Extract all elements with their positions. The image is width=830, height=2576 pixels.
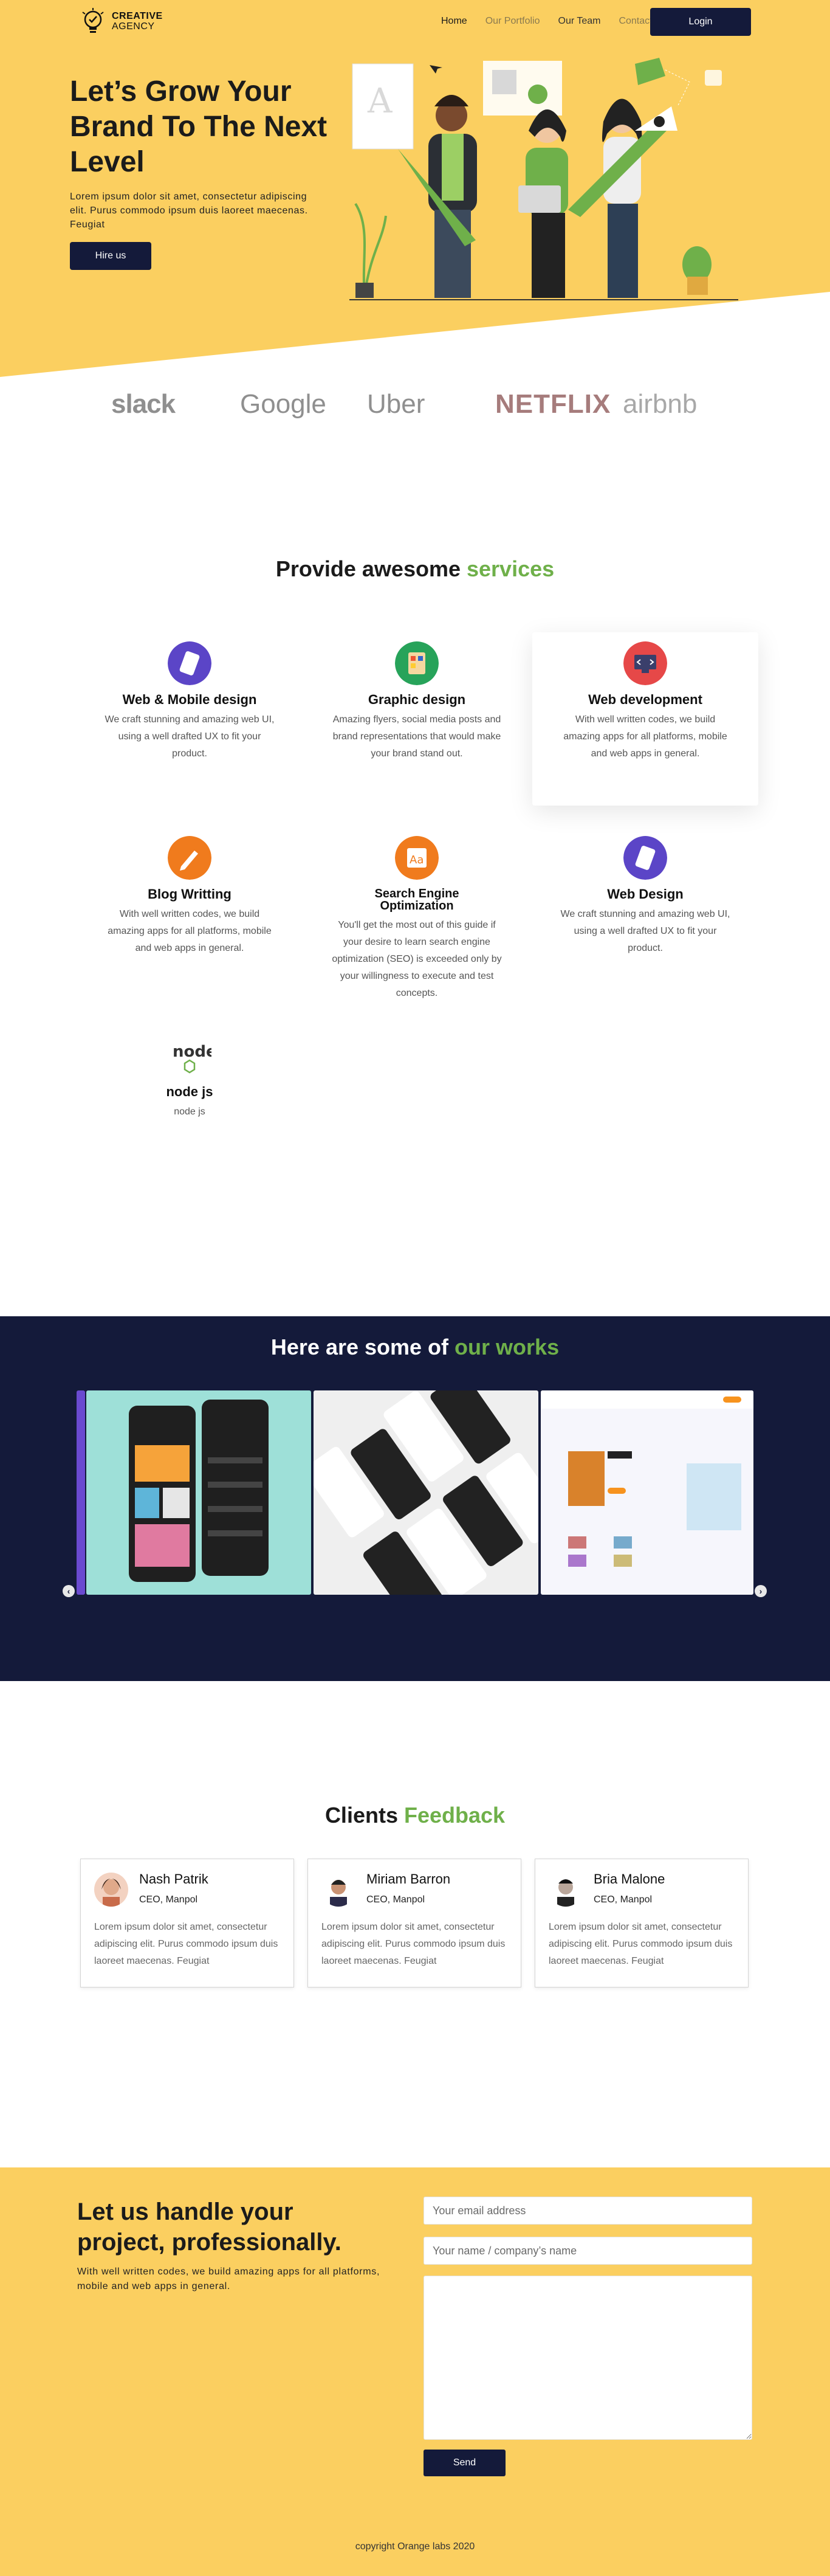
pen-writing-icon [168, 836, 211, 880]
font-aa-icon: Aa [395, 836, 439, 880]
copyright-text: copyright Orange labs 2020 [355, 2541, 475, 2552]
send-button[interactable]: Send [424, 2450, 506, 2476]
client-name: Nash Patrik [139, 1871, 208, 1887]
client-name: Bria Malone [594, 1871, 665, 1887]
service-desc: With well written codes, we build amazin… [108, 909, 272, 953]
mobile-design-icon [623, 836, 667, 880]
svg-text:node: node [173, 1043, 211, 1061]
service-desc: You'll get the most out of this guide if… [332, 920, 502, 998]
service-web-mobile-design[interactable]: Web & Mobile design We craft stunning an… [77, 641, 303, 762]
brand-google: Google [240, 389, 326, 419]
client-role: CEO, Manpol [366, 1894, 425, 1905]
service-blog-writting[interactable]: Blog Writting With well written codes, w… [77, 836, 303, 957]
svg-text:Aa: Aa [410, 854, 424, 866]
brand-netflix: NETFLIX [495, 389, 611, 419]
client-role: CEO, Manpol [139, 1894, 198, 1905]
service-name: Search Engine Optimization [374, 887, 459, 913]
contact-text: With well written codes, we build amazin… [77, 2267, 380, 2291]
team-illustration: A [349, 58, 738, 300]
logo-line-1: CREATIVE [112, 11, 163, 21]
hero-text: Lorem ipsum dolor sit amet, consectetur … [70, 192, 308, 230]
nodejs-logo-icon: node [173, 1043, 217, 1074]
feedback-card: Bria Malone CEO, Manpol Lorem ipsum dolo… [535, 1859, 749, 1987]
nav-link-home[interactable]: Home [441, 16, 467, 27]
service-graphic-design[interactable]: Graphic design Amazing flyers, social me… [304, 641, 530, 762]
client-name: Miriam Barron [366, 1871, 451, 1887]
client-role: CEO, Manpol [594, 1894, 653, 1905]
service-desc: With well written codes, we build amazin… [563, 714, 727, 759]
service-web-development[interactable]: Web development With well written codes,… [532, 632, 758, 806]
hero-section: CREATIVE AGENCY Home Our Portfolio Our T… [0, 0, 830, 413]
contact-section: Let us handle your project, professional… [0, 2167, 830, 2576]
avatar [94, 1873, 128, 1907]
service-name: Blog Writting [148, 886, 232, 902]
service-desc: node js [174, 1107, 205, 1117]
lightbulb-logo-icon [82, 8, 104, 33]
carousel-next-button[interactable]: › [755, 1585, 767, 1597]
nav-links: Home Our Portfolio Our Team Contact [441, 16, 653, 27]
photography-app-mockup [129, 1400, 269, 1582]
service-node-js[interactable]: node node js node js [77, 1034, 303, 1121]
service-name: Web development [588, 692, 702, 707]
avatar [321, 1873, 355, 1907]
brand-airbnb: airbnb [623, 389, 698, 419]
nav-link-contact[interactable]: Contact [619, 16, 652, 27]
music-app-mockup [314, 1390, 538, 1595]
message-textarea[interactable] [424, 2276, 752, 2440]
service-desc: We craft stunning and amazing web UI, us… [560, 909, 730, 953]
service-desc: We craft stunning and amazing web UI, us… [105, 714, 275, 759]
work-slide-partial[interactable] [77, 1390, 85, 1595]
client-quote: Lorem ipsum dolor sit amet, consectetur … [549, 1922, 733, 1966]
travel-app-mockup [541, 1390, 753, 1567]
email-field[interactable] [424, 2197, 752, 2225]
services-title: Provide awesome services [275, 556, 555, 581]
client-quote: Lorem ipsum dolor sit amet, consectetur … [321, 1922, 506, 1966]
code-monitor-icon [623, 641, 667, 685]
service-desc: Amazing flyers, social media posts and b… [332, 714, 501, 759]
carousel-prev-button[interactable]: ‹ [63, 1585, 75, 1597]
mobile-design-icon [168, 641, 211, 685]
service-web-design[interactable]: Web Design We craft stunning and amazing… [532, 836, 758, 957]
service-name: Web & Mobile design [122, 692, 257, 707]
service-seo[interactable]: Aa Search Engine Optimization You'll get… [304, 836, 530, 1002]
brand-strip: slack Google Uber NETFLIX airbnb [0, 383, 830, 438]
hero-title: Let’s Grow Your Brand To The Next Level [70, 75, 328, 178]
service-name: Web Design [607, 886, 684, 902]
landing-page: CREATIVE AGENCY Home Our Portfolio Our T… [0, 0, 830, 2576]
nav-link-portfolio[interactable]: Our Portfolio [485, 16, 540, 27]
contact-title: Let us handle your project, professional… [77, 2198, 341, 2256]
brand-logo[interactable]: CREATIVE AGENCY [79, 7, 163, 35]
brand-uber: Uber [367, 389, 425, 419]
name-company-field[interactable] [424, 2237, 752, 2265]
feedback-card: Miriam Barron CEO, Manpol Lorem ipsum do… [307, 1859, 521, 1987]
nav-link-team[interactable]: Our Team [558, 16, 601, 27]
feedback-title: Clients Feedback [324, 1803, 506, 1828]
service-name: Graphic design [368, 692, 466, 707]
top-nav: CREATIVE AGENCY Home Our Portfolio Our T… [0, 6, 830, 43]
brand-slack: slack [111, 389, 176, 419]
feedback-card: Nash Patrik CEO, Manpol Lorem ipsum dolo… [80, 1859, 294, 1987]
works-title: Here are some of our works [270, 1335, 560, 1359]
avatar [549, 1873, 583, 1907]
work-slide-music-app[interactable] [314, 1390, 538, 1595]
logo-line-2: AGENCY [112, 21, 155, 32]
works-section: Here are some of our works ‹ › [0, 1316, 830, 1681]
client-quote: Lorem ipsum dolor sit amet, consectetur … [94, 1922, 278, 1966]
login-button[interactable]: Login [650, 8, 751, 36]
work-slide-travel-app[interactable] [541, 1390, 753, 1595]
work-slide-photography-app[interactable] [86, 1390, 311, 1595]
color-palette-icon [395, 641, 439, 685]
svg-text:A: A [367, 81, 393, 121]
service-name: node js [166, 1084, 213, 1099]
hire-us-button[interactable]: Hire us [70, 242, 151, 270]
